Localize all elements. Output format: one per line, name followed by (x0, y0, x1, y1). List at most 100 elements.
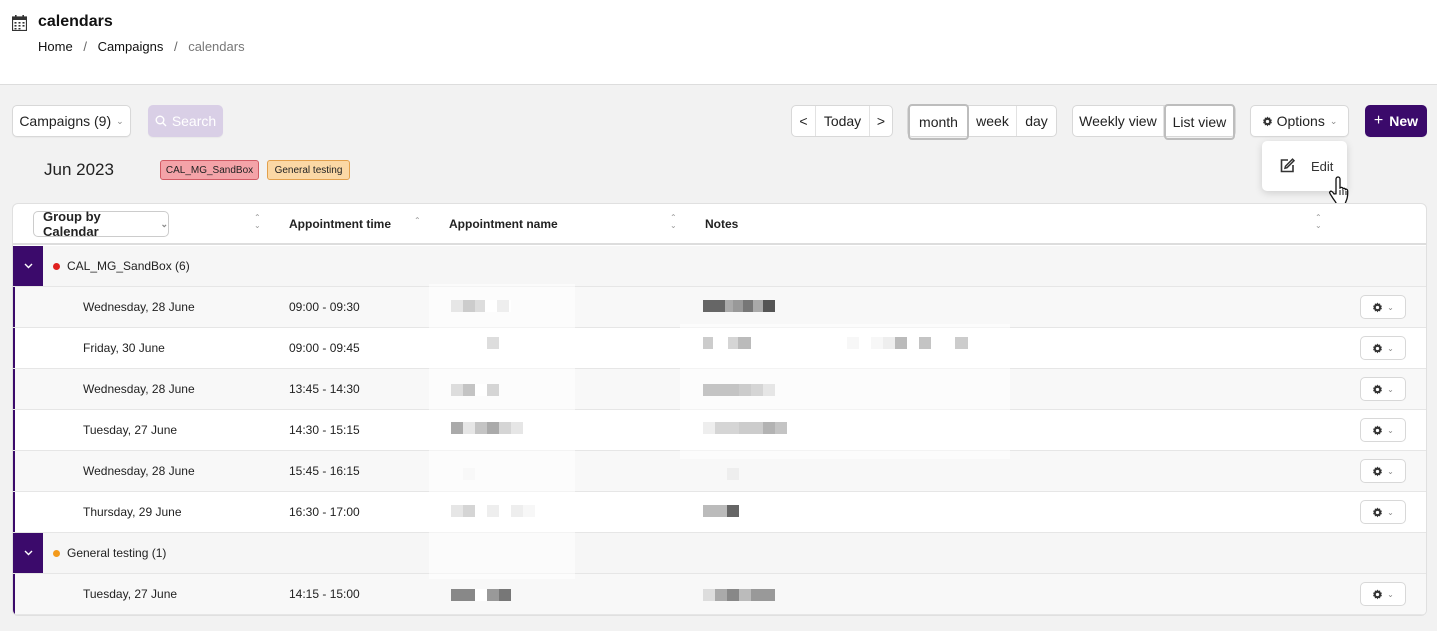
options-label: Options (1276, 113, 1325, 129)
breadcrumb-campaigns[interactable]: Campaigns (98, 39, 164, 54)
row-date: Wednesday, 28 June (83, 300, 195, 314)
breadcrumb-home[interactable]: Home (38, 39, 73, 54)
sort-icon[interactable]: ⌃ ⌄ (1315, 214, 1322, 230)
search-label: Search (171, 113, 217, 129)
chevron-down-icon: ⌄ (1387, 384, 1394, 394)
row-actions-button[interactable]: ⌄ (1360, 459, 1406, 483)
next-button[interactable]: > (870, 106, 892, 136)
row-actions-button[interactable]: ⌄ (1360, 418, 1406, 442)
group-label: General testing (1) (67, 546, 167, 560)
chevron-down-icon: ⌄ (1387, 507, 1394, 517)
chevron-down-icon: ⌄ (160, 218, 168, 229)
collapse-toggle[interactable] (13, 533, 43, 573)
row-time: 16:30 - 17:00 (289, 505, 360, 519)
chevron-down-icon (24, 263, 32, 269)
row-date: Friday, 30 June (83, 341, 165, 355)
page-header: calendars Home / Campaigns / calendars (0, 0, 1437, 85)
group-label: CAL_MG_SandBox (6) (67, 259, 190, 273)
redacted-notes (703, 505, 739, 517)
row-actions-button[interactable]: ⌄ (1360, 500, 1406, 524)
search-icon (155, 115, 167, 127)
campaigns-dropdown[interactable]: Campaigns (9) ⌄ (12, 105, 131, 137)
plus-icon: + (1373, 112, 1384, 129)
table-row[interactable]: Thursday, 29 June 16:30 - 17:00 ⌄ (13, 492, 1426, 533)
options-button[interactable]: Options ⌄ (1250, 105, 1349, 137)
day-view-button[interactable]: day (1017, 106, 1056, 136)
chevron-down-icon: ⌄ (1329, 115, 1338, 126)
new-button[interactable]: + New (1365, 105, 1427, 137)
redacted-name (451, 589, 511, 601)
calendar-tag-general-testing[interactable]: General testing (267, 160, 350, 180)
edit-icon (1280, 158, 1295, 173)
breadcrumb-current: calendars (188, 39, 245, 54)
breadcrumb: Home / Campaigns / calendars (38, 39, 245, 54)
gear-icon (1373, 301, 1383, 312)
row-time: 09:00 - 09:45 (289, 341, 360, 355)
row-date: Tuesday, 27 June (83, 423, 178, 437)
sort-icon[interactable]: ⌃ ⌄ (254, 214, 261, 230)
chevron-down-icon: ⌄ (1387, 589, 1394, 599)
view-range-group: month week day (907, 104, 1057, 140)
gear-icon (1373, 506, 1383, 517)
chevron-down-icon: ⌄ (1387, 343, 1394, 353)
prev-button[interactable]: < (792, 106, 816, 136)
gear-icon (1373, 588, 1383, 599)
row-time: 14:30 - 15:15 (289, 423, 360, 437)
calendar-color-dot (53, 263, 60, 270)
campaigns-dropdown-label: Campaigns (9) (19, 113, 112, 129)
edit-menu-item[interactable]: Edit (1311, 159, 1333, 174)
column-appointment-name[interactable]: Appointment name (449, 217, 558, 231)
row-actions-button[interactable]: ⌄ (1360, 377, 1406, 401)
group-by-label: Group by Calendar (43, 209, 101, 239)
search-button[interactable]: Search (148, 105, 223, 137)
date-nav-group: < Today > (791, 105, 893, 137)
month-view-button[interactable]: month (908, 104, 969, 140)
weekly-view-button[interactable]: Weekly view (1073, 106, 1164, 136)
period-label: Jun 2023 (44, 160, 114, 179)
calendar-color-dot (53, 550, 60, 557)
row-time: 14:15 - 15:00 (289, 587, 360, 601)
chevron-down-icon: ⌄ (116, 115, 124, 126)
chevron-down-icon: ⌄ (1387, 466, 1394, 476)
sort-icon[interactable]: ⌃ ⌄ (670, 214, 677, 230)
row-date: Thursday, 29 June (83, 505, 182, 519)
redacted-notes (703, 589, 775, 601)
layout-toggle-group: Weekly view List view (1072, 104, 1236, 140)
list-view-button[interactable]: List view (1163, 104, 1235, 140)
redacted-notes (727, 468, 739, 480)
redaction-overlay (429, 284, 575, 579)
new-label: New (1389, 113, 1419, 129)
column-appointment-time[interactable]: Appointment time (289, 217, 391, 231)
group-row: General testing (1) (13, 533, 1426, 574)
table-header: Group by Calendar ⌄ ⌃ ⌄ Appointment time … (13, 204, 1426, 245)
redaction-overlay (680, 324, 1010, 459)
row-actions-button[interactable]: ⌄ (1360, 582, 1406, 606)
calendar-tag-sandbox[interactable]: CAL_MG_SandBox (160, 160, 259, 180)
row-actions-button[interactable]: ⌄ (1360, 336, 1406, 360)
gear-icon (1373, 424, 1383, 435)
row-actions-button[interactable]: ⌄ (1360, 295, 1406, 319)
row-date: Tuesday, 27 June (83, 587, 178, 601)
row-time: 15:45 - 16:15 (289, 464, 360, 478)
group-row: CAL_MG_SandBox (6) (13, 246, 1426, 287)
today-button[interactable]: Today (816, 106, 870, 136)
row-time: 09:00 - 09:30 (289, 300, 360, 314)
chevron-down-icon (24, 550, 32, 556)
calendar-icon (12, 15, 27, 31)
gear-icon (1262, 115, 1272, 126)
appointments-table: Group by Calendar ⌄ ⌃ ⌄ Appointment time … (12, 203, 1427, 616)
sort-ascending-icon[interactable]: ⌃ (414, 217, 421, 225)
row-time: 13:45 - 14:30 (289, 382, 360, 396)
page-title: calendars (38, 13, 113, 30)
column-notes[interactable]: Notes (705, 217, 738, 231)
group-by-dropdown[interactable]: Group by Calendar ⌄ (33, 209, 169, 239)
row-date: Wednesday, 28 June (83, 382, 195, 396)
collapse-toggle[interactable] (13, 246, 43, 286)
gear-icon (1373, 465, 1383, 476)
row-date: Wednesday, 28 June (83, 464, 195, 478)
week-view-button[interactable]: week (969, 106, 1017, 136)
table-row[interactable]: Tuesday, 27 June 14:15 - 15:00 ⌄ (13, 574, 1426, 615)
chevron-down-icon: ⌄ (1387, 425, 1394, 435)
gear-icon (1373, 342, 1383, 353)
table-row[interactable]: Wednesday, 28 June 09:00 - 09:30 ⌄ (13, 287, 1426, 328)
